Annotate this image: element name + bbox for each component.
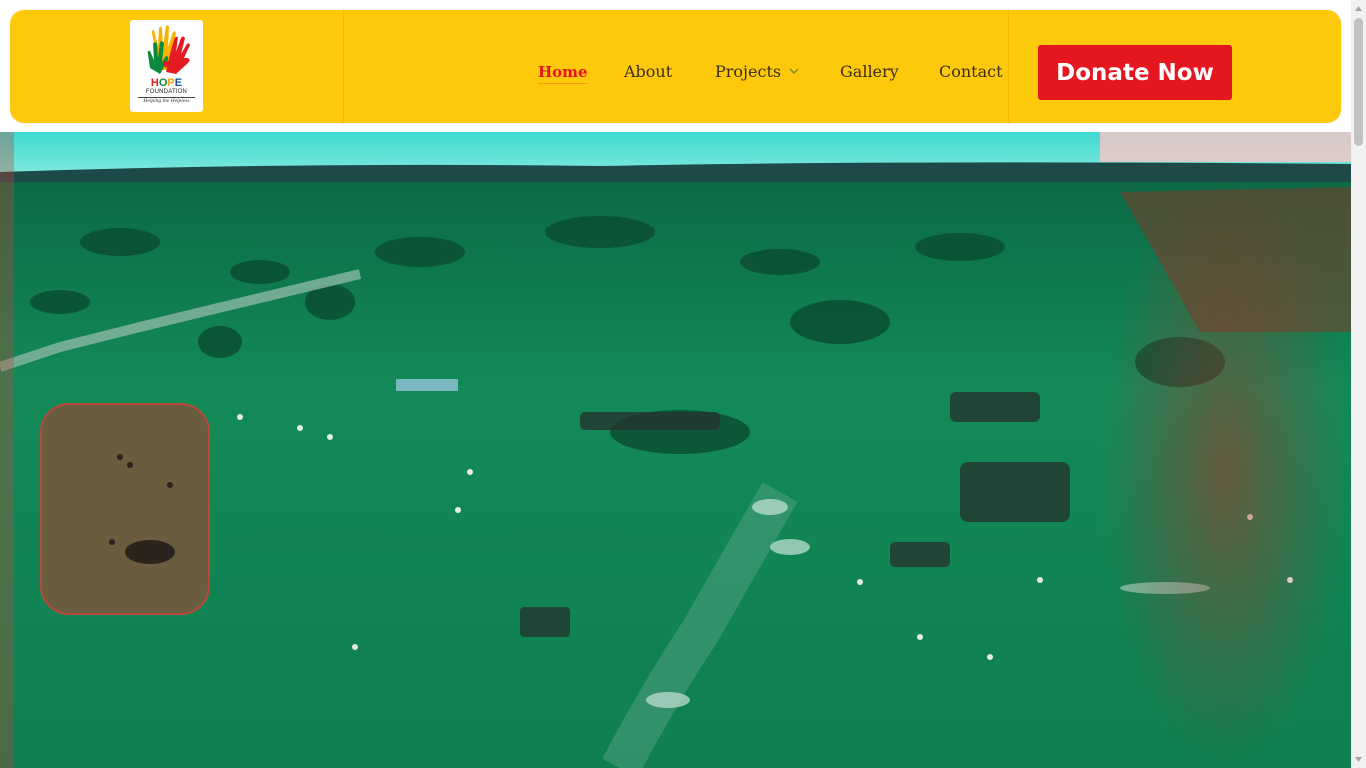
aerial-savanna-gathering-photo	[0, 132, 1351, 768]
nav-item-contact[interactable]: Contact	[939, 62, 1003, 84]
nav-item-home[interactable]: Home	[538, 63, 588, 85]
scrollbar-thumb[interactable]	[1354, 18, 1363, 146]
scroll-up-arrow-icon[interactable]	[1354, 4, 1363, 13]
nav-item-gallery[interactable]: Gallery	[840, 62, 899, 84]
scroll-down-arrow-icon[interactable]	[1354, 755, 1363, 764]
site-header: HOPE FOUNDATION Helping the Helpless Hom…	[10, 10, 1341, 123]
donate-now-button[interactable]: Donate Now	[1038, 45, 1232, 100]
nav-item-projects-label: Projects	[715, 62, 782, 81]
nav-item-about[interactable]: About	[624, 62, 672, 84]
nav-item-projects[interactable]: Projects	[715, 62, 799, 84]
chevron-down-icon	[789, 68, 799, 74]
hero-banner	[0, 132, 1351, 768]
